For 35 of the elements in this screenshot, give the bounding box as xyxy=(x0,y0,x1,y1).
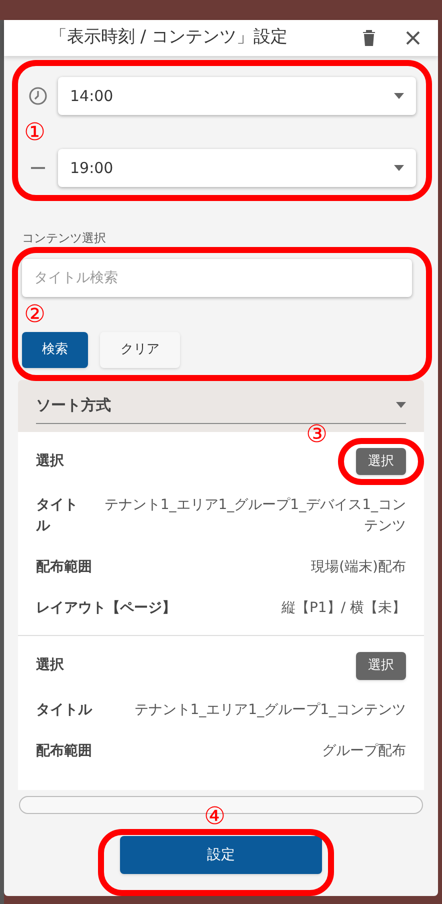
row-value: グループ配布 xyxy=(322,742,406,760)
dialog-title: 「表示時刻 / コンテンツ」設定 xyxy=(50,26,289,50)
row-value: 現場(端末)配布 xyxy=(311,558,406,577)
clock-icon xyxy=(28,86,48,106)
time-value: 19:00 xyxy=(70,158,114,179)
select-button[interactable]: 選択 xyxy=(356,448,406,475)
search-button[interactable]: 検索 xyxy=(22,332,88,368)
dropdown-caret-icon xyxy=(394,93,404,99)
row-value: テナント1_エリア1_グループ1_デバイス1_コンテンツ xyxy=(103,496,406,536)
annotation-number: ② xyxy=(24,302,46,326)
row-label: 選択 xyxy=(36,656,64,676)
dropdown-caret-icon xyxy=(394,165,404,171)
row-label: タイトル xyxy=(36,496,79,536)
row-label: レイアウト【ページ】 xyxy=(36,599,176,618)
dash-icon xyxy=(31,167,45,169)
section-label: コンテンツ選択 xyxy=(22,231,106,245)
clear-button[interactable]: クリア xyxy=(100,332,180,368)
row-label: 配布範囲 xyxy=(36,558,92,577)
time-select[interactable]: 19:00 xyxy=(58,149,416,187)
annotation-number: ① xyxy=(24,120,46,144)
trash-icon[interactable] xyxy=(362,29,376,47)
row-label: 配布範囲 xyxy=(36,742,92,760)
row-label: タイトル xyxy=(36,700,92,720)
row-label: 選択 xyxy=(36,452,64,471)
dropdown-caret-icon xyxy=(396,402,406,408)
annotation-number: ④ xyxy=(204,804,226,828)
time-value: 14:00 xyxy=(70,86,114,107)
select-button[interactable]: 選択 xyxy=(356,652,406,680)
submit-button[interactable]: 設定 xyxy=(120,836,322,874)
row-value: テナント1_エリア1_グループ1_コンテンツ xyxy=(134,700,406,720)
close-icon[interactable] xyxy=(406,31,420,45)
title-search-field[interactable]: タイトル検索 xyxy=(22,259,412,297)
time-select[interactable]: 14:00 xyxy=(58,77,416,115)
row-value: 縦【P1】/ 横【未】 xyxy=(281,599,406,618)
sort-label: ソート方式 xyxy=(36,395,111,416)
